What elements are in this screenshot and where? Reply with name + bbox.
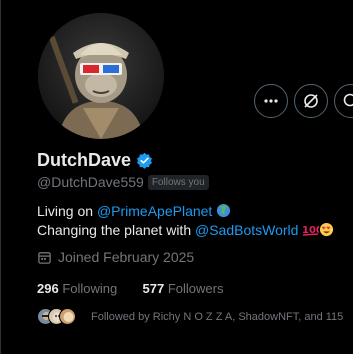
globe-emoji-icon [217, 203, 231, 218]
profile-bio: Living on @PrimeApePlanet Changing the p… [37, 202, 334, 240]
handle-row: @DutchDave559 Follows you [37, 174, 209, 190]
follows-you-badge: Follows you [147, 174, 209, 190]
profile-name-row: DutchDave [37, 150, 153, 171]
profile-avatar[interactable] [34, 9, 168, 143]
grok-button[interactable] [294, 84, 328, 118]
following-link[interactable]: 296 Following [37, 281, 117, 296]
bio-text: Living on [37, 203, 97, 219]
followed-by-text: Followed by Richy N O Z Z A, ShadowNFT, … [91, 310, 344, 323]
followers-label: Followers [167, 281, 224, 296]
prime-ape-planet-link[interactable]: @PrimeApePlanet [97, 203, 212, 219]
bio-text: Changing the planet with [37, 222, 195, 238]
following-label: Following [62, 281, 118, 296]
followers-count: 577 [142, 281, 165, 296]
search-icon [343, 93, 353, 107]
heart-eyes-emoji-icon [320, 222, 334, 237]
verified-badge-icon[interactable] [136, 152, 153, 169]
grok-icon [304, 94, 318, 108]
avatar-image [38, 13, 164, 139]
more-options-button[interactable] [254, 84, 288, 118]
search-profile-button[interactable] [334, 84, 353, 118]
follower-avatar [59, 308, 76, 325]
ellipsis-icon [264, 99, 278, 103]
follow-stats: 296 Following 577 Followers [37, 281, 223, 296]
bio-line-1: Living on @PrimeApePlanet [37, 202, 334, 221]
joined-date: Joined February 2025 [58, 249, 195, 265]
sad-bots-world-link[interactable]: @SadBotsWorld [195, 222, 298, 238]
following-count: 296 [37, 281, 59, 296]
profile-handle: @DutchDave559 [37, 174, 144, 190]
bio-line-2: Changing the planet with @SadBotsWorld 1… [37, 221, 334, 240]
joined-date-row: Joined February 2025 [37, 249, 194, 265]
column-border [0, 0, 1, 354]
hundred-points-emoji-icon: 100 [302, 225, 319, 236]
followed-by-row[interactable]: Followed by Richy N O Z Z A, ShadowNFT, … [37, 308, 343, 325]
followers-link[interactable]: 577 Followers [143, 281, 224, 296]
display-name: DutchDave [37, 150, 132, 170]
calendar-icon [38, 251, 51, 264]
